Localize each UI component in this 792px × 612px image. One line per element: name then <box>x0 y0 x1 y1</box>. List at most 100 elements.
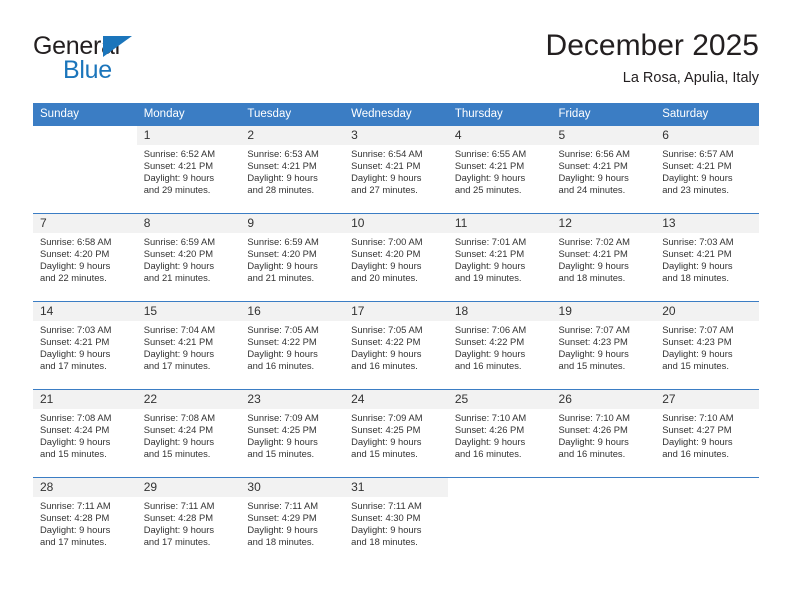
general-blue-logo[interactable]: General Blue <box>33 32 213 90</box>
sunset-text: Sunset: 4:29 PM <box>247 512 317 524</box>
calendar-day-cell[interactable]: 9 Sunrise: 6:59 AM Sunset: 4:20 PM Daylight… <box>240 213 345 302</box>
sunset-text: Sunset: 4:20 PM <box>351 248 421 260</box>
day-number: 21 <box>33 390 137 409</box>
calendar-day-cell[interactable]: 10 Sunrise: 7:00 AM Sunset: 4:20 PM Dayligh… <box>344 213 448 302</box>
calendar-day-cell[interactable]: 15 Sunrise: 7:04 AM Sunset: 4:21 PM Dayligh… <box>136 301 241 390</box>
calendar-grid: Sunday Monday Tuesday Wednesday Thursday… <box>33 103 759 566</box>
calendar-day-cell[interactable]: 22 Sunrise: 7:08 AM Sunset: 4:24 PM Dayligh… <box>136 389 241 478</box>
calendar-day-cell[interactable]: 16 Sunrise: 7:05 AM Sunset: 4:22 PM Dayligh… <box>240 301 345 390</box>
daylight-text-line1: Daylight: 9 hours <box>40 348 111 360</box>
calendar-day-cell[interactable]: 24 Sunrise: 7:09 AM Sunset: 4:25 PM Dayligh… <box>344 389 448 478</box>
calendar-day-cell[interactable]: 18 Sunrise: 7:06 AM Sunset: 4:22 PM Dayligh… <box>447 301 552 390</box>
calendar-day-cell-empty <box>551 477 656 566</box>
calendar-day-cell[interactable]: 1 Sunrise: 6:52 AM Sunset: 4:21 PM Daylight… <box>136 125 241 214</box>
calendar-day-cell[interactable]: 6 Sunrise: 6:57 AM Sunset: 4:21 PM Daylight… <box>655 125 759 214</box>
page-header: General Blue December 2025 La Rosa, Apul… <box>33 28 759 98</box>
day-details: Sunrise: 7:03 AM Sunset: 4:21 PM Daylight:… <box>33 321 137 372</box>
daylight-text-line1: Daylight: 9 hours <box>351 524 422 536</box>
day-number: 28 <box>33 478 137 497</box>
sunrise-text: Sunrise: 7:07 AM <box>662 324 734 335</box>
calendar-header-row: Sunday Monday Tuesday Wednesday Thursday… <box>33 103 759 126</box>
day-details: Sunrise: 7:00 AM Sunset: 4:20 PM Daylight:… <box>344 233 448 284</box>
daylight-text-line2: and 18 minutes. <box>247 536 315 548</box>
sunset-text: Sunset: 4:21 PM <box>662 248 732 260</box>
daylight-text-line1: Daylight: 9 hours <box>247 172 318 184</box>
calendar-day-cell[interactable]: 2 Sunrise: 6:53 AM Sunset: 4:21 PM Daylight… <box>240 125 345 214</box>
calendar-day-cell[interactable]: 29 Sunrise: 7:11 AM Sunset: 4:28 PM Dayligh… <box>136 477 241 566</box>
calendar-day-cell[interactable]: 19 Sunrise: 7:07 AM Sunset: 4:23 PM Dayligh… <box>551 301 656 390</box>
daylight-text-line2: and 18 minutes. <box>351 536 418 548</box>
daylight-text-line2: and 16 minutes. <box>454 360 522 372</box>
calendar-day-cell[interactable]: 17 Sunrise: 7:05 AM Sunset: 4:22 PM Dayligh… <box>344 301 448 390</box>
sunset-text: Sunset: 4:21 PM <box>143 336 214 348</box>
sunrise-text: Sunrise: 7:08 AM <box>143 412 216 423</box>
day-details: Sunrise: 7:10 AM Sunset: 4:27 PM Daylight:… <box>655 409 759 460</box>
sunset-text: Sunset: 4:26 PM <box>454 424 525 436</box>
sunrise-text: Sunrise: 6:52 AM <box>143 148 216 159</box>
day-details: Sunrise: 7:09 AM Sunset: 4:25 PM Daylight:… <box>344 409 448 460</box>
day-number: 3 <box>344 126 448 145</box>
sunset-text: Sunset: 4:21 PM <box>247 160 317 172</box>
sunset-text: Sunset: 4:21 PM <box>454 248 525 260</box>
calendar-day-cell[interactable]: 27 Sunrise: 7:10 AM Sunset: 4:27 PM Dayligh… <box>655 389 759 478</box>
daylight-text-line2: and 18 minutes. <box>662 272 729 284</box>
day-number: 16 <box>240 302 345 321</box>
calendar-body: 1 Sunrise: 6:52 AM Sunset: 4:21 PM Daylight… <box>33 125 759 566</box>
sunrise-text: Sunrise: 7:11 AM <box>351 500 422 511</box>
day-number: 30 <box>240 478 345 497</box>
daylight-text-line2: and 27 minutes. <box>351 184 418 196</box>
calendar-day-cell[interactable]: 21 Sunrise: 7:08 AM Sunset: 4:24 PM Dayligh… <box>33 389 137 478</box>
sunrise-text: Sunrise: 6:59 AM <box>143 236 216 247</box>
daylight-text-line1: Daylight: 9 hours <box>143 436 215 448</box>
calendar-day-cell[interactable]: 25 Sunrise: 7:10 AM Sunset: 4:26 PM Dayligh… <box>447 389 552 478</box>
calendar-day-cell[interactable]: 12 Sunrise: 7:02 AM Sunset: 4:21 PM Dayligh… <box>551 213 656 302</box>
calendar-day-cell[interactable]: 26 Sunrise: 7:10 AM Sunset: 4:26 PM Dayligh… <box>551 389 656 478</box>
calendar-day-cell[interactable]: 11 Sunrise: 7:01 AM Sunset: 4:21 PM Dayligh… <box>447 213 552 302</box>
sunrise-text: Sunrise: 7:11 AM <box>40 500 111 511</box>
daylight-text-line2: and 17 minutes. <box>40 360 107 372</box>
calendar-day-cell[interactable]: 30 Sunrise: 7:11 AM Sunset: 4:29 PM Dayligh… <box>240 477 345 566</box>
sunset-text: Sunset: 4:20 PM <box>247 248 317 260</box>
calendar-week-row: 7 Sunrise: 6:58 AM Sunset: 4:20 PM Daylight… <box>33 213 759 302</box>
day-details: Sunrise: 7:08 AM Sunset: 4:24 PM Daylight:… <box>137 409 241 460</box>
calendar-day-cell[interactable]: 4 Sunrise: 6:55 AM Sunset: 4:21 PM Daylight… <box>447 125 552 214</box>
calendar-day-cell[interactable]: 7 Sunrise: 6:58 AM Sunset: 4:20 PM Daylight… <box>33 213 137 302</box>
daylight-text-line1: Daylight: 9 hours <box>40 260 111 272</box>
calendar-day-cell[interactable]: 28 Sunrise: 7:11 AM Sunset: 4:28 PM Dayligh… <box>33 477 137 566</box>
day-number: 27 <box>655 390 759 409</box>
day-details: Sunrise: 6:58 AM Sunset: 4:20 PM Daylight:… <box>33 233 137 284</box>
daylight-text-line2: and 16 minutes. <box>351 360 418 372</box>
calendar-day-cell[interactable]: 5 Sunrise: 6:56 AM Sunset: 4:21 PM Daylight… <box>551 125 656 214</box>
calendar-day-cell[interactable]: 23 Sunrise: 7:09 AM Sunset: 4:25 PM Dayligh… <box>240 389 345 478</box>
calendar-day-cell[interactable]: 13 Sunrise: 7:03 AM Sunset: 4:21 PM Dayligh… <box>655 213 759 302</box>
day-number: 20 <box>655 302 759 321</box>
day-number: 14 <box>33 302 137 321</box>
calendar-day-cell[interactable]: 31 Sunrise: 7:11 AM Sunset: 4:30 PM Dayligh… <box>344 477 448 566</box>
calendar-day-cell[interactable]: 14 Sunrise: 7:03 AM Sunset: 4:21 PM Dayligh… <box>33 301 137 390</box>
sunrise-text: Sunrise: 7:11 AM <box>143 500 215 511</box>
daylight-text-line1: Daylight: 9 hours <box>558 172 629 184</box>
day-details: Sunrise: 6:53 AM Sunset: 4:21 PM Daylight:… <box>240 145 344 196</box>
calendar-week-row: 21 Sunrise: 7:08 AM Sunset: 4:24 PM Dayligh… <box>33 389 759 478</box>
sunrise-text: Sunrise: 6:56 AM <box>558 148 630 159</box>
calendar-day-cell[interactable]: 3 Sunrise: 6:54 AM Sunset: 4:21 PM Daylight… <box>344 125 448 214</box>
sunset-text: Sunset: 4:23 PM <box>558 336 628 348</box>
sunset-text: Sunset: 4:22 PM <box>351 336 421 348</box>
sunrise-text: Sunrise: 7:05 AM <box>247 324 319 335</box>
sunrise-text: Sunrise: 7:10 AM <box>662 412 734 423</box>
weekday-header-tuesday: Tuesday <box>240 103 345 126</box>
daylight-text-line1: Daylight: 9 hours <box>40 524 111 536</box>
sunset-text: Sunset: 4:28 PM <box>40 512 110 524</box>
day-details: Sunrise: 7:04 AM Sunset: 4:21 PM Daylight:… <box>137 321 241 372</box>
daylight-text-line2: and 17 minutes. <box>143 536 211 548</box>
sunset-text: Sunset: 4:24 PM <box>143 424 214 436</box>
sunset-text: Sunset: 4:28 PM <box>143 512 214 524</box>
sunrise-text: Sunrise: 7:03 AM <box>40 324 112 335</box>
calendar-day-cell[interactable]: 20 Sunrise: 7:07 AM Sunset: 4:23 PM Dayligh… <box>655 301 759 390</box>
daylight-text-line1: Daylight: 9 hours <box>558 260 629 272</box>
day-details: Sunrise: 7:11 AM Sunset: 4:30 PM Daylight:… <box>344 497 448 548</box>
calendar-day-cell[interactable]: 8 Sunrise: 6:59 AM Sunset: 4:20 PM Daylight… <box>136 213 241 302</box>
daylight-text-line2: and 15 minutes. <box>247 448 315 460</box>
day-details: Sunrise: 7:06 AM Sunset: 4:22 PM Daylight:… <box>448 321 552 372</box>
sunset-text: Sunset: 4:20 PM <box>143 248 214 260</box>
